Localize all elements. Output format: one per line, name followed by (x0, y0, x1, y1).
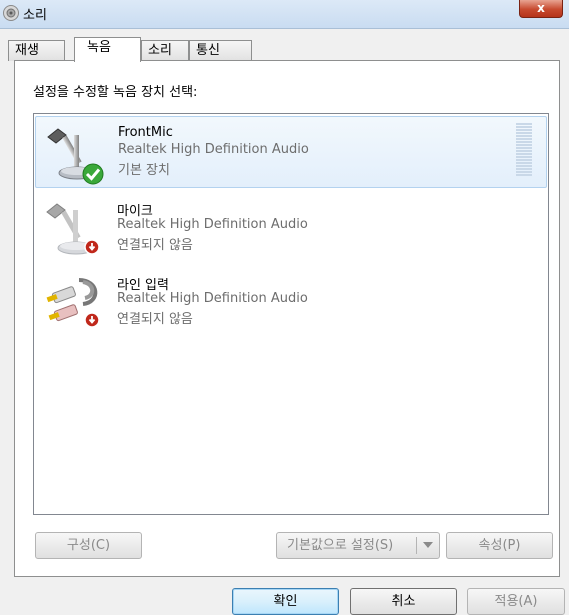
device-list[interactable]: FrontMic Realtek High Definition Audio 기… (33, 113, 549, 515)
properties-label: 속성(P) (478, 538, 521, 553)
window-title: 소리 (23, 8, 47, 23)
chevron-down-icon[interactable] (423, 542, 433, 548)
device-driver: Realtek High Definition Audio (117, 217, 308, 232)
device-name: FrontMic (118, 125, 173, 140)
device-driver: Realtek High Definition Audio (117, 291, 308, 306)
ok-label: 확인 (273, 594, 298, 609)
device-status: 연결되지 않음 (117, 312, 193, 327)
properties-button[interactable]: 속성(P) (446, 532, 553, 559)
set-default-label: 기본값으로 설정(S) (287, 538, 394, 553)
set-default-button[interactable]: 기본값으로 설정(S) (276, 532, 440, 559)
split-divider (416, 537, 417, 554)
tab-panel: 설정을 수정할 녹음 장치 선택: FrontMic Realtek High … (14, 60, 560, 577)
device-driver: Realtek High Definition Audio (118, 142, 309, 157)
tab-recording[interactable]: 녹음 (74, 37, 141, 62)
check-badge-icon (82, 163, 104, 185)
apply-label: 적용(A) (494, 594, 538, 609)
speaker-icon (3, 5, 19, 21)
tab-label: 소리 (148, 43, 172, 58)
disconnected-badge-icon (84, 239, 100, 255)
close-button[interactable]: x (519, 0, 563, 18)
cancel-label: 취소 (391, 594, 416, 609)
title-bar: 소리 x (0, 0, 569, 29)
instruction-text: 설정을 수정할 녹음 장치 선택: (33, 85, 198, 100)
level-meter (516, 123, 532, 179)
list-item-line-in[interactable]: 라인 입력 Realtek High Definition Audio 연결되지… (35, 266, 547, 338)
disconnected-badge-icon (84, 312, 100, 328)
tab-label: 재생 (15, 43, 39, 58)
close-icon: x (537, 1, 545, 15)
tab-playback[interactable]: 재생 (8, 40, 65, 61)
list-item-microphone[interactable]: 마이크 Realtek High Definition Audio 연결되지 않… (35, 192, 547, 264)
tab-sounds[interactable]: 소리 (141, 40, 189, 61)
tab-communications[interactable]: 통신 (189, 40, 252, 61)
device-status: 기본 장치 (118, 163, 170, 178)
tab-label: 통신 (196, 43, 220, 58)
configure-button[interactable]: 구성(C) (35, 532, 142, 559)
tab-label: 녹음 (87, 40, 111, 55)
configure-label: 구성(C) (66, 538, 111, 553)
list-item-frontmic[interactable]: FrontMic Realtek High Definition Audio 기… (35, 116, 547, 188)
device-status: 연결되지 않음 (117, 238, 193, 253)
